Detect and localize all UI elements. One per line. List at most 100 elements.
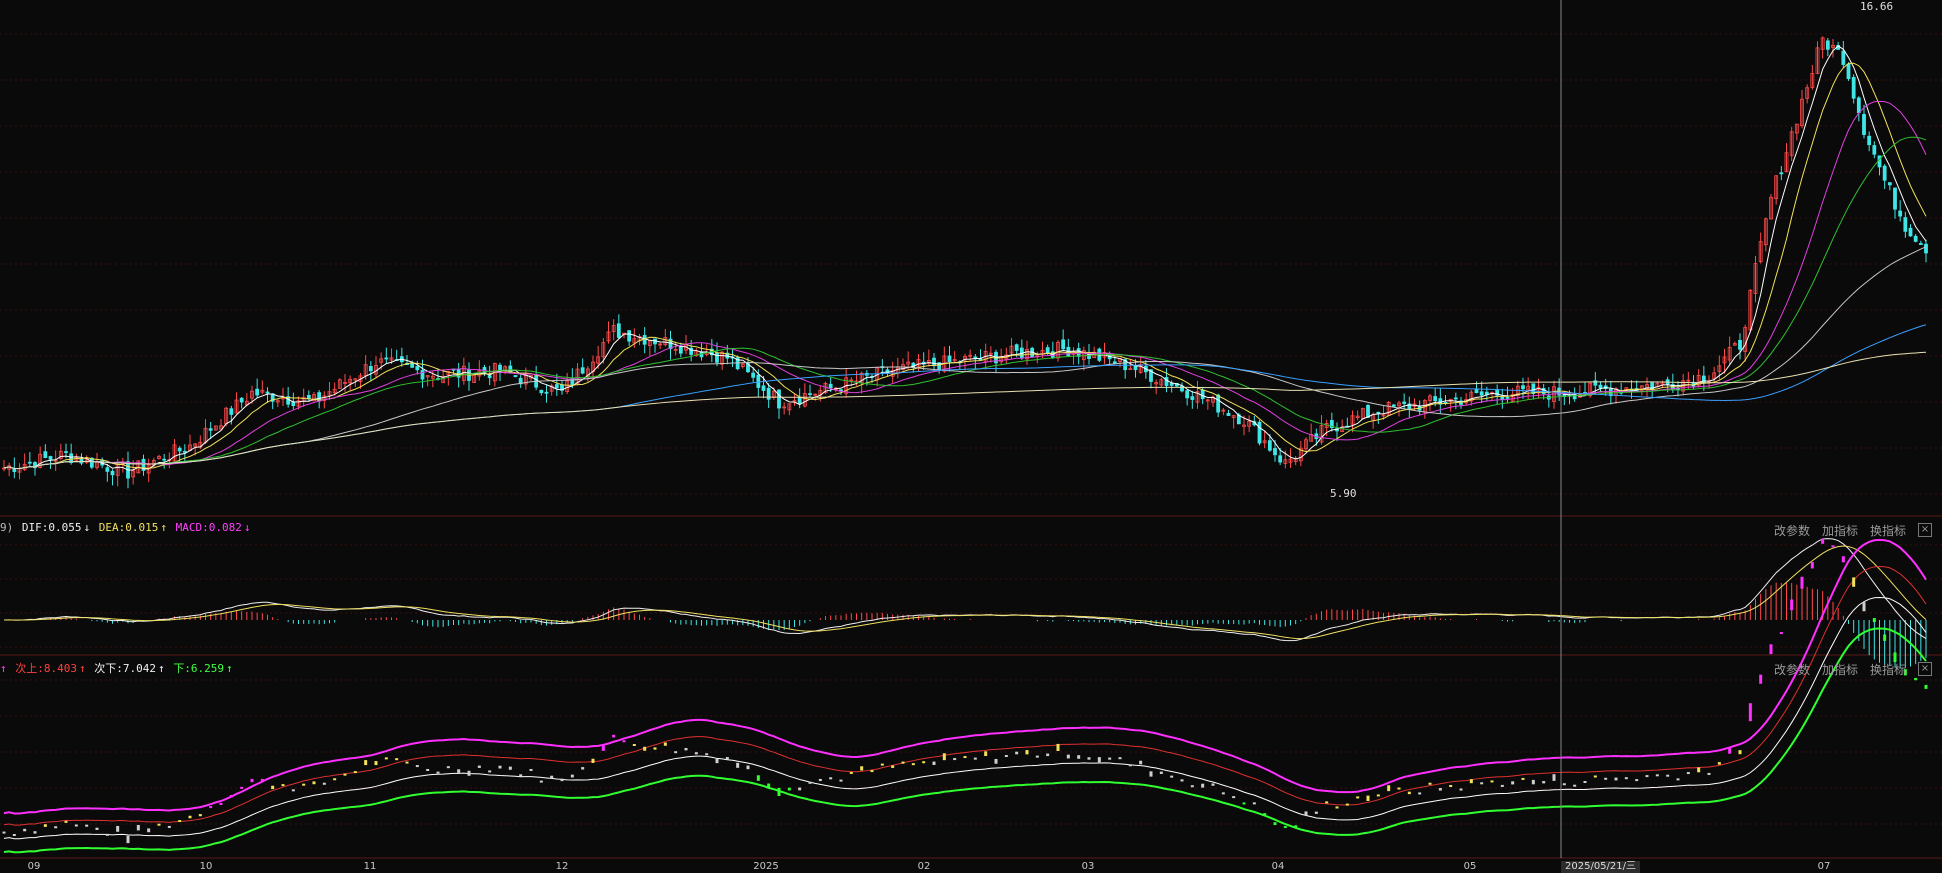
band-candle (705, 753, 709, 756)
band-candle (612, 734, 616, 738)
band-candle (1490, 780, 1494, 783)
dif-value: DIF:0.055 (21, 521, 82, 534)
band-candle (1056, 743, 1060, 752)
band-candle (1252, 802, 1256, 805)
dea-value: DEA:0.015 (98, 521, 159, 534)
candle-body (1738, 339, 1742, 350)
edit-params-button[interactable]: 改参数 (1774, 522, 1810, 539)
candle-body (544, 391, 549, 394)
candle-body (1893, 187, 1897, 210)
band-candle (911, 763, 915, 766)
candle-body (306, 394, 311, 399)
band-candle (1418, 792, 1422, 795)
candle-body (1882, 165, 1887, 181)
band-line (3, 596, 1927, 840)
band-candle (870, 770, 874, 773)
band-candle (1159, 771, 1163, 774)
band-candle (1800, 576, 1804, 589)
band-candle (446, 766, 450, 769)
upper-band-value: 次上:8.403 (15, 662, 77, 675)
band-candle (136, 824, 140, 831)
candle-body (554, 384, 559, 389)
band-candle (746, 765, 750, 770)
close-icon[interactable]: × (1918, 523, 1932, 537)
candle-body (580, 367, 585, 374)
band-candle (1511, 781, 1515, 785)
band-candle (312, 781, 316, 785)
price-panel[interactable] (2, 36, 1928, 489)
candle-body (1216, 394, 1221, 413)
add-indicator-button[interactable]: 加指标 (1822, 522, 1858, 539)
band-candle (1666, 774, 1670, 777)
band-candle (1707, 772, 1711, 775)
band-candle (953, 758, 957, 761)
band-candle (353, 771, 357, 774)
band-candle (405, 761, 409, 764)
band-candle (849, 771, 853, 774)
band-candle (529, 768, 533, 771)
close-icon[interactable]: × (1918, 662, 1932, 676)
band-candle (1335, 806, 1339, 809)
edit-params-button[interactable]: 改参数 (1774, 661, 1810, 678)
change-indicator-button[interactable]: 换指标 (1870, 661, 1906, 678)
candle-body (110, 470, 115, 476)
band-candle (880, 763, 884, 766)
band-candle (1449, 784, 1453, 787)
band-candle (1108, 757, 1112, 760)
candle-body (177, 447, 182, 452)
band-candle (281, 784, 285, 787)
band-candle (209, 806, 213, 809)
band-candle (1077, 755, 1081, 759)
ma20-line (3, 100, 1927, 469)
band-candle (1531, 779, 1535, 785)
candle-body (1200, 389, 1205, 400)
chart-grid (0, 33, 1942, 859)
candle-body (1867, 135, 1872, 146)
band-candle (1779, 632, 1783, 635)
band-candle (1438, 788, 1442, 791)
band-candle (767, 783, 771, 789)
band-candle (508, 766, 512, 770)
band-candle (736, 762, 740, 768)
band-candle (519, 774, 523, 777)
macd-panel[interactable] (3, 538, 1927, 668)
candle-body (1226, 412, 1231, 416)
candle-body (1851, 77, 1856, 99)
x-tick-label: 11 (363, 861, 377, 872)
candle-body (1887, 182, 1892, 186)
band-candle (198, 814, 202, 817)
band-candle (178, 820, 182, 823)
lower-band-value: 次下:7.042 (94, 662, 156, 675)
band-candle (1810, 562, 1814, 569)
band-candle (756, 775, 760, 781)
candle-body (797, 396, 802, 404)
band-candle (653, 747, 657, 750)
band-candle (674, 751, 678, 754)
candle-body (1045, 347, 1050, 354)
stock-chart[interactable] (0, 0, 1942, 873)
band-candle (560, 778, 564, 782)
candle-body (48, 456, 53, 460)
band-candle (973, 757, 977, 760)
band-candle (808, 781, 812, 784)
ma30-line (3, 136, 1927, 469)
band-candle (1294, 825, 1298, 828)
candle-body (368, 366, 373, 372)
band-panel[interactable] (2, 538, 1928, 854)
add-indicator-button[interactable]: 加指标 (1822, 661, 1858, 678)
band-candle (818, 778, 822, 782)
band-candle (1872, 618, 1876, 623)
change-indicator-button[interactable]: 换指标 (1870, 522, 1906, 539)
band-candle (1624, 777, 1628, 780)
ma5-line (3, 45, 1927, 471)
bottom-band-value: 下:6.259 (173, 662, 224, 675)
ma10-line (3, 62, 1927, 469)
x-tick-label: 02 (917, 861, 931, 872)
band-candle (219, 802, 223, 805)
band-candle (384, 757, 388, 760)
band-candle (1480, 782, 1484, 785)
candle-body (1898, 210, 1903, 217)
candle-body (27, 461, 32, 464)
candle-body (616, 323, 621, 338)
band-candle (1407, 791, 1411, 795)
